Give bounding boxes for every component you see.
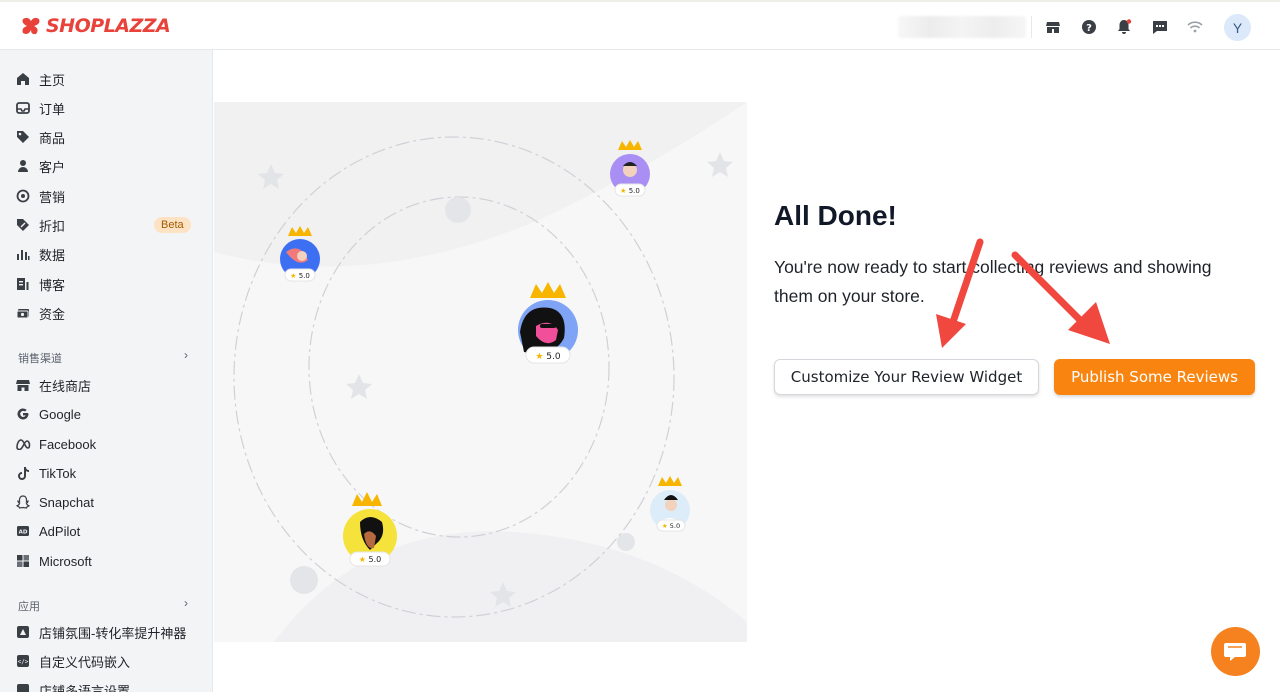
page-title: All Done!: [774, 200, 897, 231]
wifi-icon[interactable]: [1186, 18, 1204, 36]
rating-badge: 5.0: [368, 555, 381, 564]
svg-text:★ 5.0: ★ 5.0: [620, 187, 640, 195]
rating-badge: 5.0: [670, 522, 680, 530]
shoplazza-logo[interactable]: SHOPLAZZA: [20, 15, 171, 37]
beta-badge: Beta: [154, 217, 191, 233]
logo-text: SHOPLAZZA: [46, 15, 171, 37]
sidebar-item-app-language[interactable]: 店铺多语言设置: [0, 676, 212, 692]
tag-icon: [15, 129, 31, 145]
publish-reviews-button[interactable]: Publish Some Reviews: [1054, 359, 1255, 395]
sidebar-item-online-store[interactable]: 在线商店: [0, 371, 212, 399]
logo-mark-icon: [22, 17, 40, 35]
sidebar-item-label: 自定义代码嵌入: [39, 654, 131, 670]
snapchat-icon: [15, 494, 31, 510]
sidebar-item-label: 订单: [39, 101, 66, 117]
sidebar-item-label: 在线商店: [39, 378, 92, 394]
sidebar-item-blog[interactable]: 博客: [0, 270, 212, 298]
money-icon: [15, 305, 31, 321]
chevron-right-icon[interactable]: ›: [184, 348, 188, 362]
message-icon[interactable]: [1151, 18, 1169, 36]
sidebar-item-label: 营销: [39, 189, 66, 205]
svg-text:</>: </>: [18, 659, 29, 666]
chevron-right-icon[interactable]: ›: [184, 596, 188, 610]
sidebar-item-app-atmosphere[interactable]: 店铺氛围-转化率提升神器: [0, 618, 212, 646]
page-description: You're now ready to start collecting rev…: [774, 257, 1212, 306]
sidebar-item-label: 店铺多语言设置: [39, 683, 131, 692]
section-title-apps: 应用: [18, 601, 40, 613]
target-icon: [15, 188, 31, 204]
sidebar-item-label: 资金: [39, 306, 66, 322]
divider: [1031, 16, 1032, 38]
notification-icon[interactable]: [1115, 18, 1133, 36]
google-icon: [15, 406, 31, 422]
tiktok-icon: [15, 465, 31, 481]
sidebar-item-label: 折扣: [39, 218, 66, 234]
store-icon: [15, 377, 31, 393]
home-icon: [15, 71, 31, 87]
help-icon[interactable]: ?: [1080, 18, 1098, 36]
inbox-icon: [15, 100, 31, 116]
reviewer-avatar: ★ 5.0: [650, 476, 690, 532]
sidebar-item-orders[interactable]: 订单: [0, 94, 212, 122]
bar-chart-icon: [15, 246, 31, 262]
sidebar-item-label: Facebook: [39, 436, 97, 452]
chat-support-button[interactable]: [1211, 627, 1260, 676]
store-icon[interactable]: [1044, 18, 1062, 36]
svg-text:AD: AD: [19, 530, 28, 536]
svg-text:★ 5.0: ★ 5.0: [359, 555, 381, 564]
discount-icon: [15, 217, 31, 233]
rating-badge: 5.0: [629, 187, 640, 195]
svg-text:★ 5.0: ★ 5.0: [290, 272, 310, 280]
meta-icon: [15, 436, 31, 452]
customize-widget-button[interactable]: Customize Your Review Widget: [774, 359, 1039, 395]
section-title-sales-channels: 销售渠道: [18, 353, 62, 365]
sidebar-item-label: 商品: [39, 130, 66, 146]
sidebar-item-adpilot[interactable]: AD AdPilot: [0, 517, 212, 545]
sidebar-item-label: 主页: [39, 72, 66, 88]
sidebar-item-marketing[interactable]: 营销: [0, 182, 212, 210]
sidebar-item-label: AdPilot: [39, 523, 81, 539]
ad-icon: AD: [15, 523, 31, 539]
microsoft-icon: [15, 553, 31, 569]
language-icon: [15, 682, 31, 692]
reviewer-avatar: ★ 5.0: [518, 282, 578, 364]
svg-text:★ 5.0: ★ 5.0: [662, 522, 680, 530]
sidebar-item-discounts[interactable]: 折扣 Beta: [0, 211, 212, 239]
sidebar-item-label: Microsoft: [39, 553, 92, 569]
app-icon: [15, 624, 31, 640]
sidebar-item-label: 数据: [39, 247, 66, 263]
sidebar-item-app-code-embed[interactable]: </> 自定义代码嵌入: [0, 647, 212, 675]
svg-text:?: ?: [1086, 23, 1092, 34]
sidebar: 主页 订单 商品 客户 营销 折扣 Beta 数据 博客 资金 销售渠道 › 在…: [0, 50, 213, 692]
sidebar-item-google[interactable]: Google: [0, 400, 212, 428]
avatar[interactable]: Y: [1224, 14, 1251, 41]
sidebar-item-facebook[interactable]: Facebook: [0, 430, 212, 458]
sidebar-item-customers[interactable]: 客户: [0, 152, 212, 180]
sidebar-item-label: 客户: [39, 159, 66, 175]
sidebar-item-finance[interactable]: 资金: [0, 299, 212, 327]
chat-bubble-icon: [1223, 642, 1246, 661]
sidebar-item-microsoft[interactable]: Microsoft: [0, 547, 212, 575]
sidebar-item-label: 博客: [39, 277, 66, 293]
store-switcher[interactable]: [898, 16, 1026, 38]
sidebar-item-label: Snapchat: [39, 494, 94, 510]
sidebar-item-tiktok[interactable]: TikTok: [0, 459, 212, 487]
sidebar-item-label: Google: [39, 406, 81, 422]
rating-badge: 5.0: [299, 272, 310, 280]
illustration-graphic: ★ 5.0 ★ 5.0 ★ 5.0 ★ 5.0 ★ 5.0: [214, 102, 747, 642]
person-icon: [15, 158, 31, 174]
code-icon: </>: [15, 653, 31, 669]
reviews-illustration: ★ 5.0 ★ 5.0 ★ 5.0 ★ 5.0 ★ 5.0: [214, 102, 747, 642]
sidebar-item-label: 店铺氛围-转化率提升神器: [39, 625, 187, 641]
top-bar: SHOPLAZZA ? Y: [0, 0, 1280, 50]
rating-badge: 5.0: [546, 352, 561, 362]
reviewer-avatar: ★ 5.0: [343, 492, 397, 567]
sidebar-item-snapchat[interactable]: Snapchat: [0, 488, 212, 516]
svg-text:★ 5.0: ★ 5.0: [535, 352, 561, 362]
sidebar-item-analytics[interactable]: 数据: [0, 240, 212, 268]
sidebar-item-home[interactable]: 主页: [0, 65, 212, 93]
sidebar-item-products[interactable]: 商品: [0, 123, 212, 151]
sidebar-item-label: TikTok: [39, 465, 77, 481]
blog-icon: [15, 276, 31, 292]
